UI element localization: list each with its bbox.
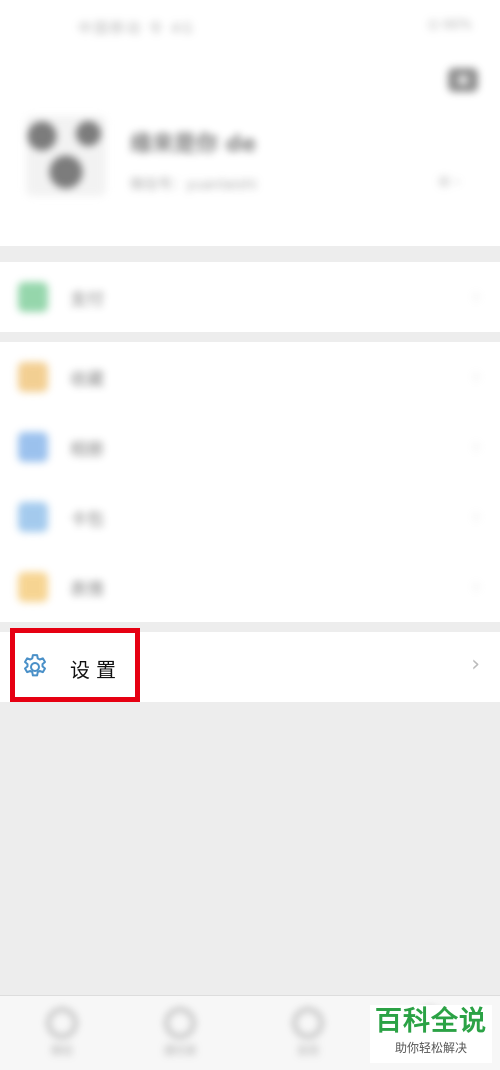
stickers-icon (18, 572, 48, 602)
menu-item-pay[interactable]: 支付 › (0, 262, 500, 332)
menu-item-label: 收藏 (70, 369, 104, 390)
discover-icon (293, 1008, 323, 1038)
profile-wechat-id: 微信号：yuanlaishi (130, 177, 258, 193)
watermark-logo: 百科全说 助你轻松解决 (370, 1005, 492, 1063)
menu-item-favorites[interactable]: 收藏 › (0, 342, 500, 412)
menu-item-label: 相册 (70, 439, 104, 460)
chevron-right-icon: › (472, 506, 480, 527)
favorites-icon (18, 362, 48, 392)
album-icon (18, 432, 48, 462)
tab-label: 通讯录 (163, 1044, 197, 1057)
tab-label: 发现 (297, 1044, 319, 1057)
menu-item-cards[interactable]: 卡包 › (0, 482, 500, 552)
watermark-title: 百科全说 (375, 1006, 487, 1037)
tab-label: 微信 (51, 1044, 73, 1057)
profile-nickname: 缘来是你 de (130, 132, 257, 157)
highlight-annotation-box (10, 628, 140, 702)
pay-section: 支付 › (0, 262, 500, 332)
qr-code-icon[interactable]: ⊞ › (438, 174, 460, 190)
contacts-icon (165, 1008, 195, 1038)
menu-item-album[interactable]: 相册 › (0, 412, 500, 482)
status-bar: 中国移动 令 4G ⊡ 66% (0, 0, 500, 56)
chevron-right-icon: › (472, 576, 480, 597)
chat-icon (47, 1008, 77, 1038)
menu-section: 收藏 › 相册 › 卡包 › 表情 › (0, 342, 500, 622)
status-carrier: 中国移动 令 4G (78, 21, 195, 37)
chevron-right-icon: › (471, 652, 480, 677)
cards-icon (18, 502, 48, 532)
status-battery: ⊡ 66% (428, 18, 472, 33)
watermark-subtitle: 助你轻松解决 (394, 1041, 467, 1055)
menu-item-label: 表情 (70, 579, 104, 600)
pay-icon (18, 282, 48, 312)
chevron-right-icon: › (472, 366, 480, 387)
tab-contacts[interactable]: 通讯录 (150, 1008, 210, 1058)
chevron-right-icon: › (472, 286, 480, 307)
camera-icon[interactable] (448, 68, 478, 92)
profile-header[interactable]: 缘来是你 de 微信号：yuanlaishi ⊞ › (0, 56, 500, 246)
menu-item-stickers[interactable]: 表情 › (0, 552, 500, 622)
menu-item-label: 卡包 (70, 509, 104, 530)
chevron-right-icon: › (472, 436, 480, 457)
menu-item-label: 支付 (70, 289, 104, 310)
avatar[interactable] (26, 116, 106, 196)
tab-chats[interactable]: 微信 (32, 1008, 92, 1058)
tab-discover[interactable]: 发现 (278, 1008, 338, 1058)
